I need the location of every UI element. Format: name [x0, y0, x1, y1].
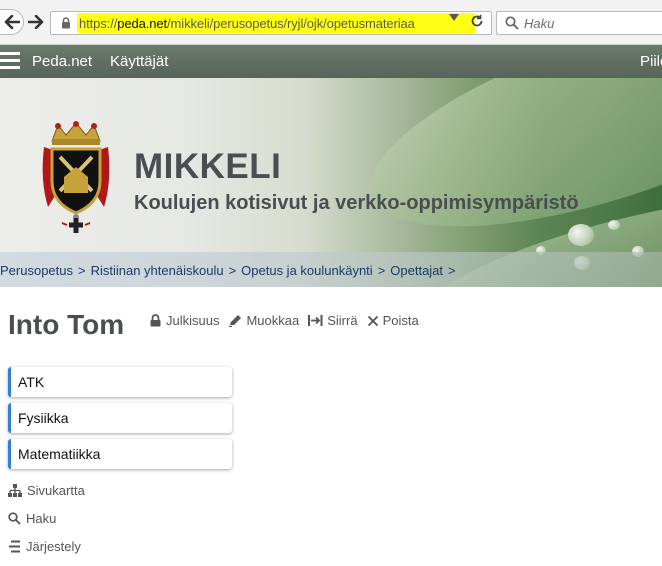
move-button[interactable]: Siirrä: [308, 313, 358, 328]
move-label: Siirrä: [327, 313, 358, 328]
forward-button[interactable]: [24, 9, 48, 35]
water-drop: [608, 220, 620, 230]
list-item-atk[interactable]: ATK: [8, 367, 232, 397]
nav-brand-link[interactable]: Peda.net: [32, 53, 92, 70]
sitemap-link[interactable]: Sivukartta: [8, 483, 85, 498]
breadcrumb-separator: >: [228, 263, 237, 278]
address-bar[interactable]: https://peda.net/mikkeli/perusopetus/ryj…: [50, 11, 492, 35]
breadcrumb-item-opetus[interactable]: Opetus ja koulunkäynti: [241, 263, 373, 278]
water-drop: [568, 224, 594, 246]
lock-icon: [150, 314, 161, 327]
arrange-label: Järjestely: [26, 539, 81, 554]
search-label: Haku: [26, 511, 57, 526]
sitemap-label: Sivukartta: [27, 483, 85, 498]
search-placeholder: Haku: [524, 16, 555, 31]
breadcrumb-item-perusopetus[interactable]: Perusopetus: [0, 263, 73, 278]
url-dropdown-icon[interactable]: [449, 14, 459, 22]
list-item-label: Fysiikka: [18, 410, 69, 426]
url-scheme: https://: [79, 16, 118, 31]
breadcrumb: Perusopetus > Ristiinan yhtenäiskoulu > Opet…: [0, 263, 461, 278]
forward-arrow-icon: [28, 15, 44, 29]
close-icon: [367, 315, 378, 326]
list-item-label: Matematiikka: [18, 446, 101, 462]
list-item-fysiikka[interactable]: Fysiikka: [8, 403, 232, 433]
breadcrumb-separator: >: [377, 263, 386, 278]
url-text[interactable]: https://peda.net/mikkeli/perusopetus/ryj…: [79, 16, 477, 31]
coat-of-arms-icon: [42, 121, 110, 233]
breadcrumb-separator: >: [448, 263, 456, 278]
sitemap-icon: [8, 484, 22, 497]
browser-search-box[interactable]: Haku: [496, 11, 662, 35]
pencil-icon: [229, 315, 242, 327]
delete-button[interactable]: Poista: [367, 313, 419, 328]
delete-label: Poista: [382, 313, 419, 328]
nav-hide-link[interactable]: Piilo: [640, 53, 662, 70]
publicity-label: Julkisuus: [166, 313, 220, 328]
menu-icon[interactable]: [0, 50, 20, 72]
reload-icon[interactable]: [470, 14, 484, 28]
page-actions: Julkisuus Muokkaa Siirrä Poista: [149, 313, 428, 328]
browser-toolbar: https://peda.net/mikkeli/perusopetus/ryj…: [0, 0, 662, 45]
url-host: peda.net: [117, 16, 168, 31]
search-icon: [505, 16, 519, 30]
site-nav-bar: Peda.net Käyttäjät Piilo: [0, 45, 662, 78]
lock-icon: [62, 17, 70, 29]
site-subtitle: Koulujen kotisivut ja verkko-oppimisympä…: [134, 192, 579, 214]
page-title: Into Tom: [8, 309, 125, 340]
edit-label: Muokkaa: [246, 313, 300, 328]
breadcrumb-item-opettajat[interactable]: Opettajat: [390, 263, 443, 278]
edit-button[interactable]: Muokkaa: [228, 313, 299, 328]
url-path: /mikkeli/perusopetus/ryjl/ojk/opetusmate…: [167, 16, 415, 31]
arrange-link[interactable]: Järjestely: [8, 539, 81, 554]
search-link[interactable]: Haku: [8, 511, 56, 526]
list-item-matematiikka[interactable]: Matematiikka: [8, 439, 232, 469]
site-title: MIKKELI: [134, 147, 282, 186]
breadcrumb-item-ristiinan[interactable]: Ristiinan yhtenäiskoulu: [91, 263, 224, 278]
list-item-label: ATK: [18, 374, 45, 390]
back-arrow-icon: [4, 15, 20, 29]
publicity-button[interactable]: Julkisuus: [149, 313, 219, 328]
search-icon: [8, 512, 21, 525]
nav-users-link[interactable]: Käyttäjät: [110, 53, 168, 70]
breadcrumb-separator: >: [78, 263, 86, 278]
back-button[interactable]: [0, 9, 24, 35]
arrange-icon: [9, 540, 20, 553]
move-icon: [308, 315, 323, 326]
breadcrumb-bar: Perusopetus > Ristiinan yhtenäiskoulu > Opet…: [0, 252, 662, 287]
